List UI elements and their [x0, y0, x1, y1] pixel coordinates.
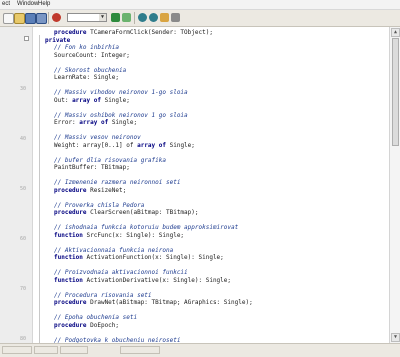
menu-bar: ect Window Help [0, 0, 400, 10]
code-keyword: procedure [54, 29, 91, 36]
code-text: DrawNet(aBitmap: TBitmap; AGraphics: Sin… [90, 299, 253, 306]
ide-window: ect Window Help ▼ 30 40 50 60 70 80 proc… [0, 0, 400, 357]
menu-edit[interactable]: ect [2, 0, 10, 9]
code-text: DoEpoch; [90, 321, 120, 329]
code-line: LearnRate: Single; [54, 74, 119, 82]
fold-toggle[interactable] [24, 36, 29, 41]
code-line: SourceCount: Integer; [54, 52, 130, 60]
code-keyword: array of [137, 141, 170, 149]
line-number: 40 [19, 136, 26, 142]
line-number: 70 [19, 286, 26, 292]
code-comment: // Proizvodnaia aktivacionnoi funkcii [54, 269, 188, 276]
code-text: SourceCount: Integer; [54, 51, 130, 59]
code-comment: // ishodnaia funkcia kotoruiu budem appr… [54, 224, 239, 231]
status-file [120, 346, 160, 354]
step-icon[interactable] [122, 13, 131, 22]
code-editor[interactable]: procedure TCameraFormClick(Sender: TObje… [33, 27, 388, 343]
line-number: 80 [19, 336, 26, 342]
code-line: function SrcFunc(x: Single): Single; [54, 232, 184, 240]
code-comment: // Massiv vihodov neironov 1-go sloia [54, 89, 188, 96]
code-comment: // Skorost obuchenia [54, 66, 127, 74]
status-bar [0, 343, 400, 357]
code-line: PaintBuffer: TBitmap; [54, 164, 130, 172]
code-comment: // Proverka chisla Pedora [54, 201, 145, 209]
code-line: Out: array of Single; [54, 97, 130, 105]
line-number: 60 [19, 236, 26, 242]
code-text: Single; [111, 119, 138, 126]
code-keyword: private [45, 36, 71, 44]
code-line: Weight: array[0..1] of array of Single; [54, 142, 195, 150]
toolbar-separator [134, 12, 135, 24]
build-target-select[interactable]: ▼ [67, 13, 107, 22]
code-text: SrcFunc(x: Single): Single; [86, 231, 185, 239]
code-keyword: array of [72, 96, 105, 104]
code-keyword: procedure [54, 321, 91, 329]
status-modified [34, 346, 58, 354]
line-gutter: 30 40 50 60 70 80 [0, 27, 33, 343]
code-comment: // Fon ko inbirhia [54, 44, 120, 51]
save-all-icon[interactable] [36, 13, 47, 24]
code-keyword: array of [79, 119, 112, 126]
code-line: procedure TCameraFormClick(Sender: TObje… [54, 29, 213, 37]
code-text: Weight: array[0..1] of [54, 141, 138, 149]
code-keyword: function [54, 231, 87, 239]
stop-icon[interactable] [52, 13, 61, 22]
status-mode [60, 346, 88, 354]
open-file-icon[interactable] [14, 13, 25, 24]
line-number: 30 [19, 86, 26, 92]
code-text: Single; [169, 141, 195, 149]
code-keyword: procedure [54, 299, 91, 306]
code-text: Out: [54, 96, 73, 104]
code-comment: // Massiv vesov neironov [54, 134, 141, 141]
code-text: ActivationDerivative(x: Single): Single; [86, 276, 232, 284]
vertical-scrollbar[interactable]: ▲ ▼ [389, 27, 400, 343]
scrollbar-thumb[interactable] [392, 38, 399, 146]
code-keyword: function [54, 254, 87, 261]
new-file-icon[interactable] [3, 13, 14, 24]
debug-icon[interactable] [171, 13, 180, 22]
menu-help[interactable]: Help [38, 0, 50, 9]
code-line: procedure DoEpoch; [54, 322, 119, 330]
code-text: Single; [104, 96, 130, 104]
code-text: PaintBuffer: TBitmap; [54, 164, 130, 171]
line-number: 50 [19, 186, 26, 192]
build-icon[interactable] [160, 13, 169, 22]
run-icon[interactable] [111, 13, 120, 22]
code-comment: // Izmenenie razmera neironnoi seti [54, 179, 181, 186]
code-text: LearnRate: Single; [54, 74, 120, 81]
code-line: function ActivationDerivative(x: Single)… [54, 277, 231, 285]
save-icon[interactable] [25, 13, 36, 24]
code-comment: // Procedura risovania seti [54, 291, 152, 299]
code-line: procedure ClearScreen(aBitmap: TBitmap); [54, 209, 199, 217]
status-position [2, 346, 32, 354]
code-text: Error: [54, 119, 80, 126]
code-text: ClearScreen(aBitmap: TBitmap); [90, 209, 199, 216]
code-keyword: procedure [54, 209, 91, 216]
chevron-down-icon[interactable]: ▼ [99, 14, 106, 21]
code-comment: // Massiv oshibok neironov 1 go sloia [54, 111, 188, 119]
code-line: procedure DrawNet(aBitmap: TBitmap; AGra… [54, 299, 253, 307]
back-icon[interactable] [138, 13, 147, 22]
code-keyword: procedure [54, 186, 91, 194]
code-keyword: function [54, 276, 87, 284]
code-line: Error: array of Single; [54, 119, 137, 127]
toolbar-separator [48, 12, 49, 24]
menu-window[interactable]: Window [17, 0, 38, 9]
code-comment: // Epoha obuchenia seti [54, 314, 138, 321]
toolbar: ▼ [0, 10, 400, 27]
scroll-up-icon[interactable]: ▲ [391, 28, 400, 37]
indent-guide [39, 35, 40, 343]
code-line: function ActivationFunction(x: Single): … [54, 254, 224, 262]
code-text: ActivationFunction(x: Single): Single; [86, 254, 224, 261]
code-line: procedure ResizeNet; [54, 187, 126, 195]
code-comment: // Aktivacionnaia funkcia neirona [54, 246, 174, 254]
code-text: TCameraFormClick(Sender: TObject); [90, 29, 213, 36]
forward-icon[interactable] [149, 13, 158, 22]
scroll-down-icon[interactable]: ▼ [391, 333, 400, 342]
code-comment: // bufer dlia risovania grafika [54, 156, 166, 164]
code-text: ResizeNet; [90, 186, 127, 194]
